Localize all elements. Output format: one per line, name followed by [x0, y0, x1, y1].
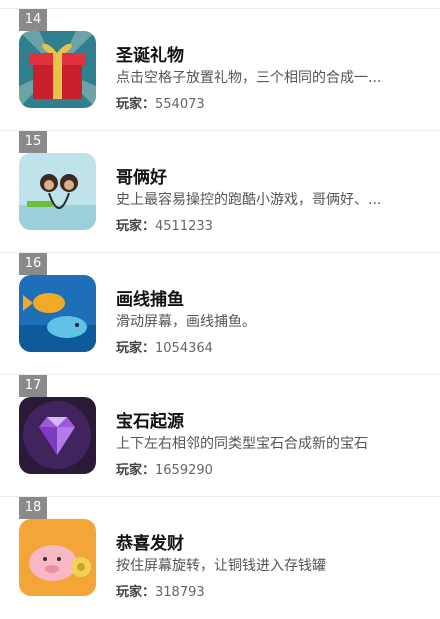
- list-item[interactable]: 16 画线捕鱼 滑动屏幕，画线捕鱼。 玩家：1054364: [0, 252, 440, 374]
- rank-badge: 16: [19, 253, 47, 275]
- rank-badge: 18: [19, 497, 47, 519]
- players-label: 玩家：: [116, 463, 156, 478]
- player-count: 玩家：4511233: [116, 215, 213, 234]
- player-count: 玩家：1054364: [116, 337, 213, 356]
- list-item[interactable]: 18 恭喜发财 按住屏幕旋转，让铜钱进入存钱罐 玩家：318793: [0, 496, 440, 618]
- piggy-bank-icon[interactable]: [19, 519, 96, 596]
- rank-badge: 15: [19, 131, 47, 153]
- game-list: 14 圣诞礼物 点击空格子放置礼物，三个相同的合成一... 玩家：554073 …: [0, 8, 440, 619]
- game-title: 恭喜发财: [116, 534, 184, 554]
- player-count: 玩家：554073: [116, 93, 205, 112]
- game-description: 史上最容易操控的跑酷小游戏，哥俩好、...: [116, 192, 382, 208]
- gem-icon[interactable]: [19, 397, 96, 474]
- players-label: 玩家：: [116, 97, 156, 112]
- game-title: 画线捕鱼: [116, 290, 184, 310]
- list-item[interactable]: 17 宝石起源 上下左右相邻的同类型宝石合成新的宝石 玩家：1659290: [0, 374, 440, 496]
- game-description: 上下左右相邻的同类型宝石合成新的宝石: [116, 436, 368, 452]
- game-title: 宝石起源: [116, 412, 184, 432]
- gift-box-icon[interactable]: [19, 31, 96, 108]
- game-description: 点击空格子放置礼物，三个相同的合成一...: [116, 70, 382, 86]
- players-value: 4511233: [155, 219, 213, 234]
- players-value: 318793: [155, 585, 205, 600]
- game-description: 按住屏幕旋转，让铜钱进入存钱罐: [116, 558, 326, 574]
- players-label: 玩家：: [116, 585, 156, 600]
- players-label: 玩家：: [116, 219, 156, 234]
- game-description: 滑动屏幕，画线捕鱼。: [116, 314, 256, 330]
- rank-badge: 14: [19, 9, 47, 31]
- list-item[interactable]: 14 圣诞礼物 点击空格子放置礼物，三个相同的合成一... 玩家：554073: [0, 8, 440, 130]
- players-value: 554073: [155, 97, 205, 112]
- two-monkeys-icon[interactable]: [19, 153, 96, 230]
- rank-badge: 17: [19, 375, 47, 397]
- players-value: 1054364: [155, 341, 213, 356]
- game-title: 哥俩好: [116, 168, 167, 188]
- fish-icon[interactable]: [19, 275, 96, 352]
- player-count: 玩家：318793: [116, 581, 205, 600]
- list-item[interactable]: 15 哥俩好 史上最容易操控的跑酷小游戏，哥俩好、... 玩家：4511233: [0, 130, 440, 252]
- player-count: 玩家：1659290: [116, 459, 213, 478]
- game-title: 圣诞礼物: [116, 46, 184, 66]
- players-label: 玩家：: [116, 341, 156, 356]
- players-value: 1659290: [155, 463, 213, 478]
